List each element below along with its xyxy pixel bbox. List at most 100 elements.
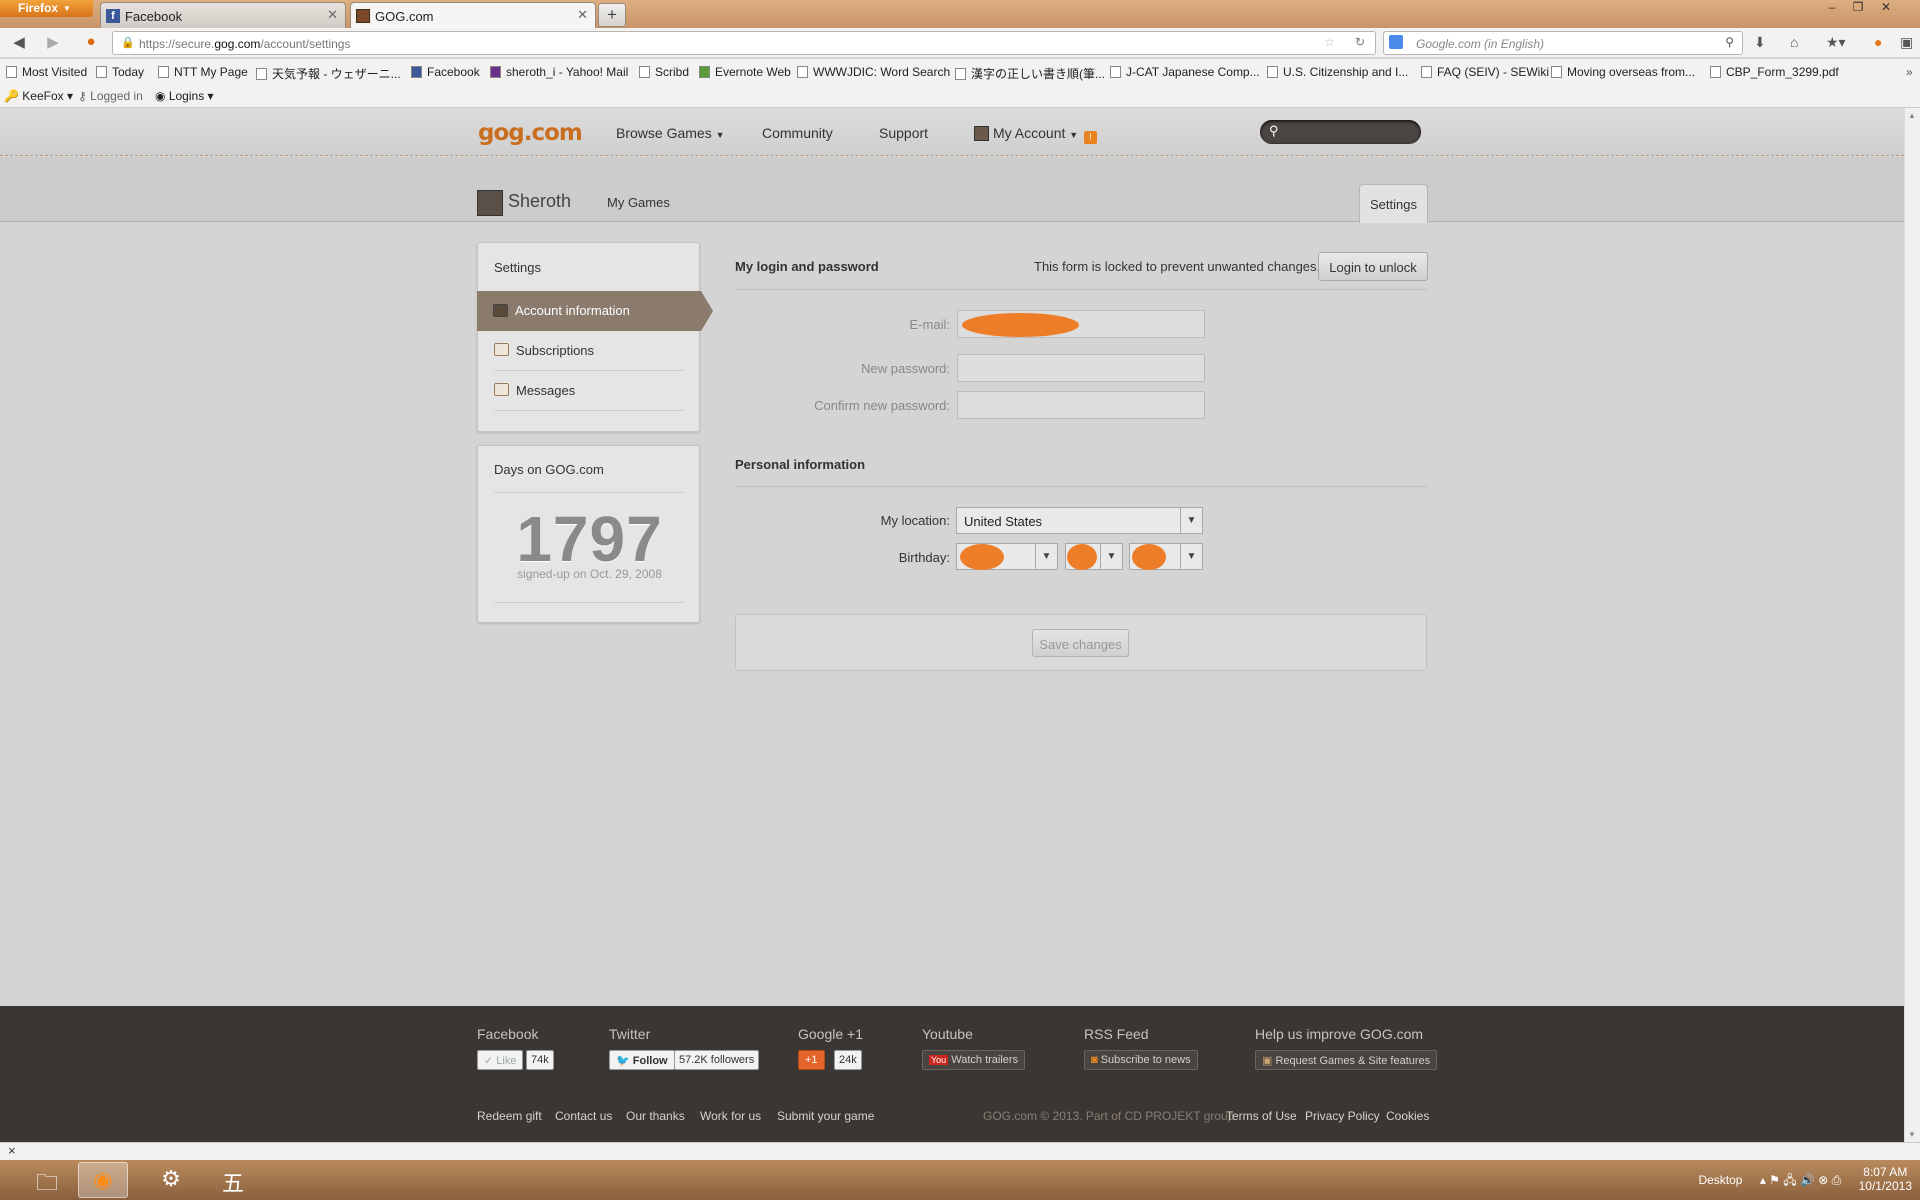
keefox-status[interactable]: ⚷ Logged in	[78, 89, 143, 103]
close-tab-icon[interactable]: ✕	[577, 7, 588, 23]
close-addon-bar-icon[interactable]: ×	[8, 1143, 16, 1158]
youtube-button[interactable]: You Watch trailers	[922, 1050, 1026, 1070]
desktop-toolbar[interactable]: Desktop	[1698, 1173, 1742, 1187]
divider	[735, 289, 1427, 290]
login-to-unlock-button[interactable]: Login to unlock	[1318, 252, 1428, 281]
sidebar-item-subscriptions[interactable]: Subscriptions	[494, 331, 684, 371]
bookmark-item[interactable]: 天気予報 - ウェザーニ...	[256, 65, 401, 82]
submit-game-link[interactable]: Submit your game	[777, 1109, 874, 1123]
sidebar-item-account-information[interactable]: Account information	[477, 291, 713, 331]
bookmark-item[interactable]: Moving overseas from...	[1551, 65, 1695, 79]
downloads-icon[interactable]: ⬇	[1754, 34, 1766, 51]
new-password-field[interactable]	[957, 354, 1205, 382]
gog-logo[interactable]: gog.com	[478, 120, 583, 146]
birthday-year-select[interactable]: ▼	[1129, 543, 1203, 570]
bookmark-item[interactable]: Facebook	[411, 65, 480, 79]
birthday-day-select[interactable]: ▼	[1065, 543, 1123, 570]
settings-sidebar: Settings Account information Subscriptio…	[477, 242, 713, 432]
tray-icons[interactable]: ▴ ⚑ 🖧 🔊 ⊗ ⎙	[1760, 1173, 1841, 1187]
search-bar[interactable]: Google.com (in English) ⚲	[1383, 31, 1743, 55]
app-taskbar-icon[interactable]: ⚙	[146, 1162, 196, 1198]
avatar[interactable]	[477, 190, 503, 216]
firefox-menu-button[interactable]: Firefox ▼	[0, 0, 93, 17]
tab-gog[interactable]: GOG.com ✕	[350, 2, 596, 29]
terms-link[interactable]: Terms of Use	[1226, 1109, 1297, 1123]
bookmarks-overflow-icon[interactable]: »	[1906, 65, 1913, 79]
google-plus-one-button[interactable]: +1	[798, 1050, 825, 1070]
url-bar[interactable]: 🔒 https://secure.gog.com/account/setting…	[112, 31, 1376, 55]
restore-icon[interactable]: ❐	[1846, 0, 1870, 16]
bookmark-star-icon[interactable]: ☆	[1324, 35, 1335, 49]
bookmark-item[interactable]: WWWJDIC: Word Search	[797, 65, 950, 79]
bookmark-item[interactable]: Today	[96, 65, 144, 79]
bookmarks-menu-icon[interactable]: ★▾	[1826, 34, 1846, 51]
browse-games-menu[interactable]: Browse Games ▼	[616, 125, 725, 141]
new-tab-button[interactable]: +	[598, 3, 626, 27]
email-field[interactable]	[957, 310, 1205, 338]
request-icon: ▣	[1262, 1055, 1273, 1067]
magnifier-icon[interactable]: ⚲	[1725, 35, 1734, 49]
site-search-input[interactable]: ⚲	[1260, 120, 1421, 144]
footer-youtube-title: Youtube	[922, 1026, 973, 1042]
redaction-mark	[1132, 544, 1166, 570]
support-link[interactable]: Support	[879, 125, 928, 141]
confirm-password-field[interactable]	[957, 391, 1205, 419]
addon-status-bar: ×	[0, 1142, 1920, 1160]
footer-improve-title: Help us improve GOG.com	[1255, 1026, 1424, 1042]
forward-icon[interactable]: ▶	[42, 33, 64, 53]
clock[interactable]: 8:07 AM 10/1/2013	[1859, 1165, 1912, 1193]
home-icon[interactable]: ⌂	[1790, 34, 1798, 50]
logins-button[interactable]: ◉ Logins ▾	[155, 89, 214, 103]
reload-icon[interactable]: ↻	[1355, 35, 1365, 49]
birthday-month-select[interactable]: ▼	[956, 543, 1058, 570]
location-select[interactable]: United States ▼	[956, 507, 1203, 534]
close-tab-icon[interactable]: ✕	[327, 7, 338, 23]
scroll-down-icon[interactable]: ▼	[1908, 1130, 1916, 1139]
firefox-identity-icon[interactable]: ●	[80, 33, 102, 53]
ime-taskbar-icon[interactable]: 五	[208, 1162, 258, 1198]
bookmark-item[interactable]: NTT My Page	[158, 65, 248, 79]
work-for-us-link[interactable]: Work for us	[700, 1109, 761, 1123]
key-icon: ⚷	[78, 89, 87, 103]
twitter-follow-button[interactable]: 🐦 Follow	[609, 1050, 675, 1070]
tab-settings[interactable]: Settings	[1359, 184, 1428, 223]
firefox-taskbar-icon[interactable]: ◉	[78, 1162, 128, 1198]
google-plus-count: 24k	[834, 1050, 862, 1070]
addon-2-icon[interactable]: ▣	[1900, 34, 1913, 51]
our-thanks-link[interactable]: Our thanks	[626, 1109, 685, 1123]
keefox-button[interactable]: 🔑 KeeFox ▾	[4, 89, 73, 103]
bookmark-item[interactable]: CBP_Form_3299.pdf	[1710, 65, 1839, 79]
contact-us-link[interactable]: Contact us	[555, 1109, 612, 1123]
minimize-icon[interactable]: –	[1820, 0, 1844, 16]
tab-facebook[interactable]: f Facebook ✕	[100, 2, 346, 28]
close-window-icon[interactable]: ✕	[1874, 0, 1898, 16]
facebook-like-button[interactable]: ✓ Like	[477, 1050, 524, 1070]
rss-subscribe-button[interactable]: ◙ Subscribe to news	[1084, 1050, 1198, 1070]
save-changes-button[interactable]: Save changes	[1032, 629, 1129, 657]
my-games-link[interactable]: My Games	[607, 195, 670, 210]
bookmark-item[interactable]: Most Visited	[6, 65, 87, 79]
addon-icon[interactable]: ●	[1874, 34, 1882, 50]
bookmark-item[interactable]: sheroth_i - Yahoo! Mail	[490, 65, 628, 79]
bookmark-item[interactable]: FAQ (SEIV) - SEWiki	[1421, 65, 1549, 79]
vertical-scrollbar[interactable]: ▲ ▼	[1904, 108, 1920, 1142]
google-engine-icon[interactable]	[1389, 35, 1403, 49]
bookmark-item[interactable]: Scribd	[639, 65, 689, 79]
account-avatar-icon	[974, 126, 989, 141]
community-link[interactable]: Community	[762, 125, 833, 141]
back-icon[interactable]: ◀	[8, 33, 30, 53]
cookies-link[interactable]: Cookies	[1386, 1109, 1429, 1123]
notification-badge-icon[interactable]: !	[1084, 131, 1098, 144]
sidebar-item-messages[interactable]: Messages	[494, 371, 684, 411]
bookmark-item[interactable]: J-CAT Japanese Comp...	[1110, 65, 1260, 79]
file-explorer-icon[interactable]: 🗀	[22, 1162, 72, 1198]
username[interactable]: Sheroth	[508, 191, 571, 212]
request-features-button[interactable]: ▣ Request Games & Site features	[1255, 1050, 1438, 1070]
bookmark-item[interactable]: Evernote Web	[699, 65, 791, 79]
privacy-link[interactable]: Privacy Policy	[1305, 1109, 1380, 1123]
scroll-up-icon[interactable]: ▲	[1908, 111, 1916, 120]
my-account-menu[interactable]: My Account ▼!	[974, 125, 1098, 144]
redeem-gift-link[interactable]: Redeem gift	[477, 1109, 542, 1123]
bookmark-item[interactable]: 漢字の正しい書き順(筆...	[955, 65, 1105, 82]
bookmark-item[interactable]: U.S. Citizenship and I...	[1267, 65, 1408, 79]
